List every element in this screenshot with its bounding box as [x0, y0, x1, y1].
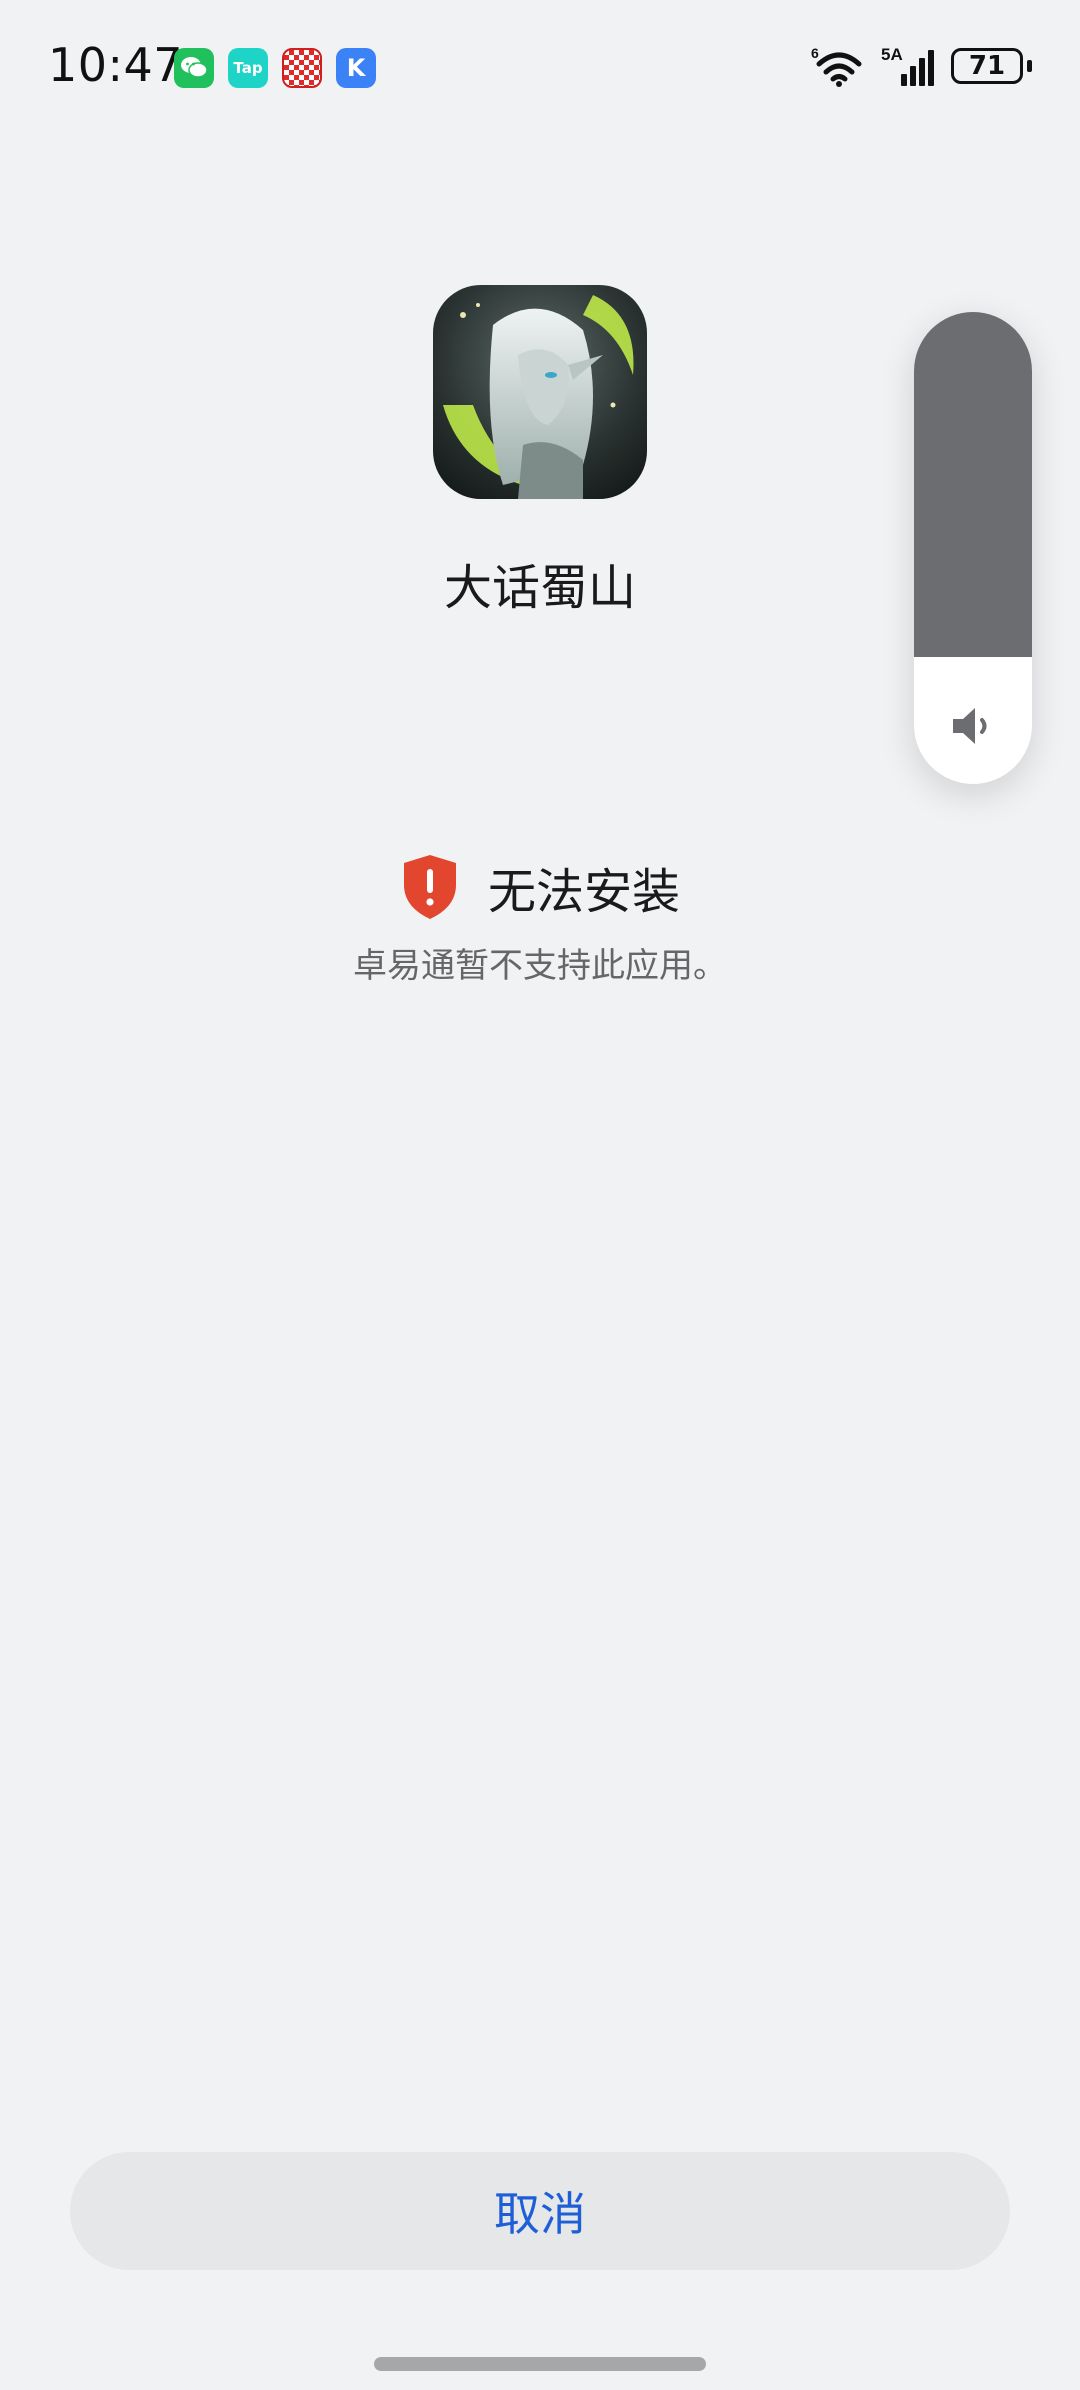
app-icon [433, 285, 647, 499]
cancel-button[interactable]: 取消 [70, 2152, 1010, 2270]
game-character-artwork [433, 285, 647, 499]
signal-label: 5A [881, 45, 903, 64]
error-header: 无法安装 [0, 852, 1080, 922]
cellular-signal-icon: 5A [881, 45, 934, 86]
error-description: 卓易通暂不支持此应用。 [353, 946, 727, 986]
battery-tip [1027, 60, 1032, 72]
status-bar: 10:47 Tap K 6 5A 71 [0, 0, 1080, 130]
speaker-icon [914, 704, 1032, 748]
battery-indicator: 71 [951, 48, 1023, 84]
system-icons: 6 5A 71 [811, 44, 1032, 88]
volume-slider[interactable] [914, 312, 1032, 784]
install-failed-screen: 10:47 Tap K 6 5A 71 大话蜀山 无法安装 卓易通暂不支持此应用… [0, 0, 1080, 2390]
wechat-notification-icon [174, 48, 214, 88]
k-app-notification-icon: K [336, 48, 376, 88]
battery-level: 71 [968, 51, 1006, 81]
red-app-notification-icon [282, 48, 322, 88]
home-indicator[interactable] [374, 2357, 706, 2371]
taptap-notification-icon: Tap [228, 48, 268, 88]
wifi-label: 6 [811, 45, 819, 61]
volume-level-fill [914, 312, 1032, 657]
shield-alert-icon [403, 855, 456, 919]
error-title: 无法安装 [487, 864, 680, 920]
status-time: 10:47 [48, 38, 184, 92]
notification-icons: Tap K [174, 48, 376, 88]
wifi-icon: 6 [811, 45, 862, 87]
